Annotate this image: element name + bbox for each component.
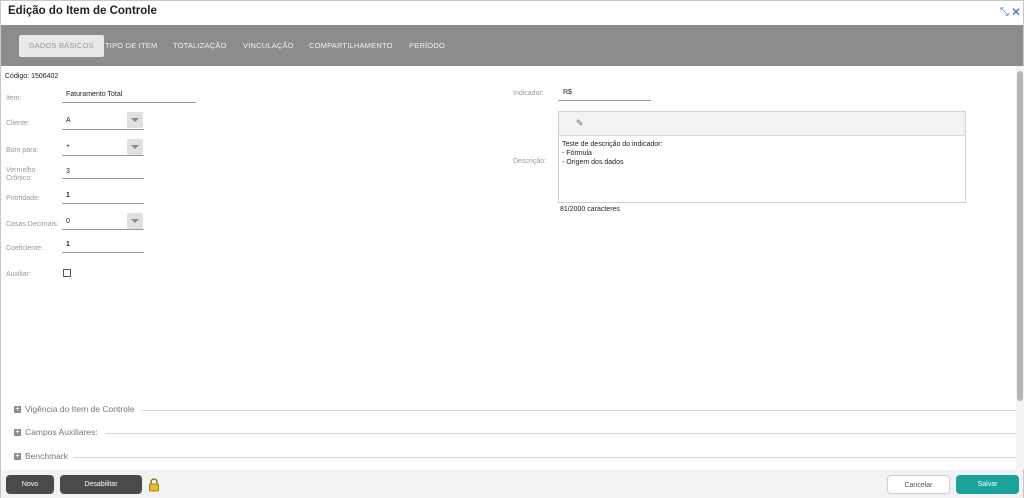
- tab-tipo-de-item[interactable]: TIPO DE ITEM: [105, 36, 157, 56]
- cliente-dropdown-button[interactable]: [127, 112, 143, 128]
- edit-dialog: Edição do Item de Controle ⤡ ✕ DADOS BÁS…: [0, 0, 1024, 498]
- scrollbar-thumb[interactable]: [1017, 71, 1023, 401]
- salvar-button[interactable]: Salvar: [956, 475, 1019, 494]
- bom-para-select[interactable]: +: [66, 143, 70, 150]
- descricao-editor[interactable]: ✎ Teste de descrição do indicador: - Fór…: [558, 111, 966, 203]
- novo-button[interactable]: Novo: [6, 475, 54, 494]
- form-content: Código: 1506402 Item: Faturamento Total …: [1, 66, 1016, 469]
- cliente-select[interactable]: A: [66, 117, 71, 124]
- coeficiente-input[interactable]: 1: [66, 241, 70, 248]
- section-benchmark-title: Benchmark: [25, 451, 68, 461]
- indicador-input[interactable]: R$: [563, 89, 572, 96]
- tab-bar: DADOS BÁSICOS TIPO DE ITEM TOTALIZAÇÃO V…: [1, 25, 1023, 66]
- prioridade-underline: [62, 203, 144, 204]
- footer-bar: Novo Desabilitar Cancelar Salvar: [1, 470, 1023, 498]
- close-icon[interactable]: ✕: [1011, 6, 1021, 18]
- vermelho-cronico-input[interactable]: 3: [66, 168, 70, 175]
- dialog-title: Edição do Item de Controle: [8, 5, 157, 17]
- char-count: 81/2000 caracteres: [560, 206, 620, 213]
- tab-compartilhamento[interactable]: COMPARTILHAMENTO: [309, 36, 393, 56]
- eraser-icon[interactable]: ✎: [576, 118, 584, 129]
- indicador-label: Indicador:: [513, 90, 544, 97]
- casas-decimais-dropdown-button[interactable]: [127, 213, 143, 229]
- coeficiente-underline: [62, 252, 144, 253]
- prioridade-input[interactable]: 1: [66, 192, 70, 199]
- expand-plus-icon: +: [14, 453, 21, 460]
- indicador-underline: [558, 100, 651, 101]
- section-divider: [73, 457, 1016, 458]
- codigo-text: Código: 1506402: [5, 73, 59, 80]
- item-label: Item:: [6, 95, 22, 102]
- tab-vinculacao[interactable]: VINCULAÇÃO: [243, 36, 294, 56]
- section-campos-auxiliares-title: Campos Auxiliares:: [25, 427, 98, 437]
- section-divider: [141, 410, 1016, 411]
- cancelar-button[interactable]: Cancelar: [887, 475, 950, 494]
- expand-icon[interactable]: ⤡: [1000, 6, 1009, 18]
- item-input-underline: [62, 102, 196, 103]
- tab-periodo[interactable]: PERÍODO: [409, 36, 445, 56]
- prioridade-label: Prioridade:: [6, 195, 40, 202]
- coeficiente-label: Coeficiente:: [6, 245, 43, 252]
- expand-plus-icon: +: [14, 406, 21, 413]
- casas-decimais-label: Casas Decimais:: [6, 221, 59, 228]
- bom-para-label: Bom para:: [6, 147, 39, 154]
- item-input[interactable]: Faturamento Total: [66, 91, 122, 98]
- lock-icon[interactable]: [148, 478, 160, 492]
- cliente-label: Cliente:: [6, 120, 30, 127]
- auxiliar-label: Auxiliar:: [6, 271, 31, 278]
- cliente-underline: [62, 129, 144, 130]
- auxiliar-checkbox[interactable]: [63, 269, 71, 277]
- descricao-label: Descrição:: [513, 158, 547, 165]
- section-vigencia-title: Vigência do Item de Controle: [25, 404, 135, 414]
- vermelho-cronico-underline: [62, 178, 144, 179]
- section-divider: [105, 433, 1016, 434]
- descricao-text[interactable]: Teste de descrição do indicador: - Fórmu…: [562, 140, 662, 167]
- editor-toolbar: ✎: [559, 112, 965, 136]
- bom-para-dropdown-button[interactable]: [127, 139, 143, 155]
- vermelho-cronico-label: Vermelho Crônico:: [6, 167, 36, 182]
- tab-dados-basicos[interactable]: DADOS BÁSICOS: [19, 35, 104, 57]
- expand-plus-icon: +: [14, 429, 21, 436]
- desabilitar-button[interactable]: Desabilitar: [60, 475, 142, 494]
- tab-totalizacao[interactable]: TOTALIZAÇÃO: [173, 36, 227, 56]
- bom-para-underline: [62, 155, 144, 156]
- title-bar: Edição do Item de Controle ⤡ ✕: [1, 1, 1023, 25]
- casas-decimais-select[interactable]: 0: [66, 218, 70, 225]
- casas-decimais-underline: [62, 229, 144, 230]
